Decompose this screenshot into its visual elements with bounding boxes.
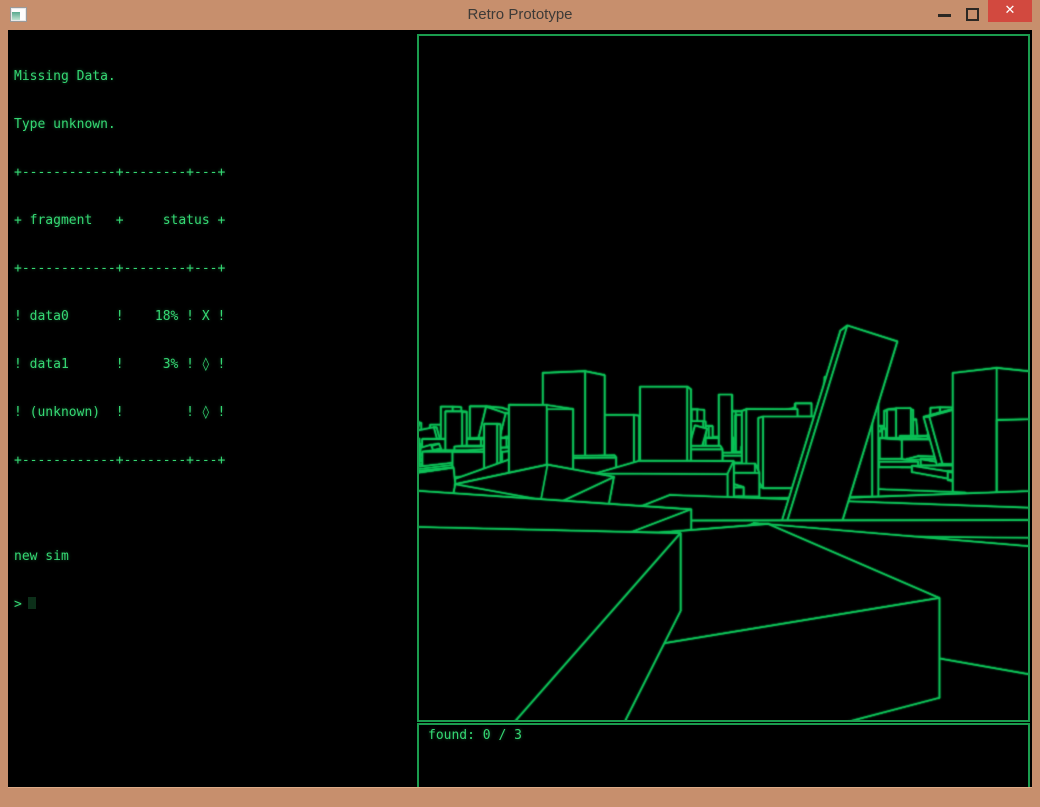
command-label: new sim xyxy=(14,549,410,565)
ascii-table-row: ! (unknown) ! ! ◊ ! xyxy=(14,405,410,421)
status-bar: found: 0 / 3 xyxy=(417,723,1030,795)
minimize-icon[interactable] xyxy=(938,14,951,17)
terminal-blank-line xyxy=(14,501,410,517)
ascii-table-border: +------------+--------+---+ xyxy=(14,165,410,181)
close-icon: ✕ xyxy=(1005,3,1016,18)
window-title: Retro Prototype xyxy=(0,0,1040,30)
scene-viewport[interactable] xyxy=(417,34,1030,722)
close-button[interactable]: ✕ xyxy=(988,0,1032,22)
text-cursor xyxy=(28,597,36,609)
titlebar[interactable]: Retro Prototype ✕ xyxy=(0,0,1040,30)
command-prompt[interactable]: > xyxy=(14,597,410,613)
app-window: Retro Prototype ✕ Missing Data. Type unk… xyxy=(0,0,1040,807)
prompt-symbol: > xyxy=(14,597,22,612)
ascii-table-border: +------------+--------+---+ xyxy=(14,261,410,277)
app-content: Missing Data. Type unknown. +-----------… xyxy=(8,30,1032,797)
ascii-table-header: + fragment + status + xyxy=(14,213,410,229)
ascii-table-row: ! data1 ! 3% ! ◊ ! xyxy=(14,357,410,373)
maximize-icon[interactable] xyxy=(966,8,979,21)
ascii-table-border: +------------+--------+---+ xyxy=(14,453,410,469)
terminal-line: Missing Data. xyxy=(14,69,410,85)
terminal-panel[interactable]: Missing Data. Type unknown. +-----------… xyxy=(14,37,410,645)
window-frame-bottom xyxy=(8,787,1032,797)
wireframe-scene-canvas[interactable] xyxy=(419,36,1028,720)
terminal-line: Type unknown. xyxy=(14,117,410,133)
ascii-table-row: ! data0 ! 18% ! X ! xyxy=(14,309,410,325)
found-counter: found: 0 / 3 xyxy=(428,728,522,744)
